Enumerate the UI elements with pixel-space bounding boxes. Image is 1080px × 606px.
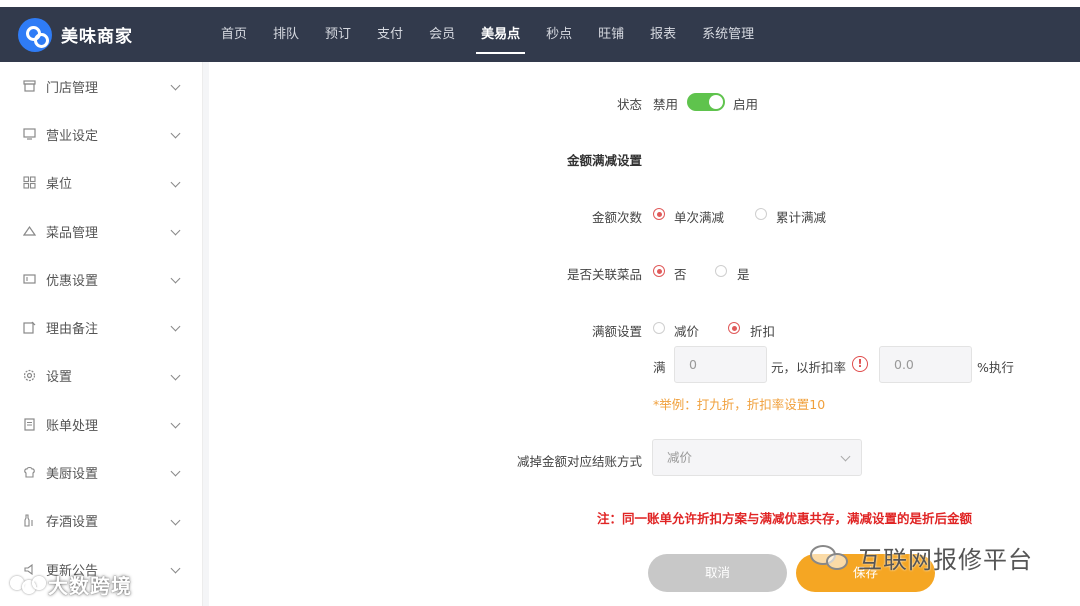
status-label: 状态 [616,97,642,112]
sidebar-item-business[interactable]: 营业设定 [0,110,202,158]
cancel-button[interactable]: 取消 [648,554,787,592]
bottle-icon [22,514,36,528]
note-icon [22,321,36,335]
single-reduce-radio[interactable] [653,208,665,220]
sidebar-item-chef[interactable]: 美厨设置 [0,448,202,496]
discount-hint: *举例：打九折，折扣率设置10 [653,397,826,412]
nav-item-reports[interactable]: 报表 [637,7,689,62]
store-icon [22,79,36,93]
bill-icon [22,417,36,431]
cumulative-reduce-radio[interactable] [755,208,767,220]
section-title: 金额满减设置 [566,153,642,168]
sidebar-item-store[interactable]: 门店管理 [0,62,202,110]
watermark-left-text: 大数跨境 [48,574,132,598]
discount-radio[interactable] [728,322,740,334]
settle-method-label: 减掉金额对应结账方式 [516,454,642,469]
sidebar: 门店管理 营业设定 桌位 菜品管理 优惠设置 理由备注 设置 账单处理 美厨设置 [0,62,203,606]
logo-icon [18,17,52,52]
nav-item-meiyidian[interactable]: 美易点 [468,7,533,62]
status-off-label: 禁用 [653,97,679,112]
status-toggle[interactable] [687,93,725,111]
single-reduce-label[interactable]: 单次满减 [674,207,724,226]
sidebar-divider [203,62,209,606]
link-dish-yes-label[interactable]: 是 [737,264,750,283]
nav-item-member[interactable]: 会员 [416,7,468,62]
watermark-logo-icon [8,572,48,598]
sidebar-item-label: 存酒设置 [46,515,99,531]
nav-item-home[interactable]: 首页 [208,7,260,62]
main-nav: 首页 排队 预订 支付 会员 美易点 秒点 旺铺 报表 系统管理 [208,7,767,62]
amount-times-label: 金额次数 [591,210,642,225]
nav-item-reservation[interactable]: 预订 [312,7,364,62]
nav-item-miaodian[interactable]: 秒点 [533,7,585,62]
monitor-icon [22,127,36,141]
sidebar-item-label: 菜品管理 [46,225,99,241]
chef-icon [22,466,36,480]
link-dish-yes-radio[interactable] [715,265,727,277]
grid-icon [22,176,36,190]
status-on-label: 启用 [733,97,759,112]
sidebar-item-dishes[interactable]: 菜品管理 [0,207,202,255]
nav-item-payment[interactable]: 支付 [364,7,416,62]
sidebar-item-label: 优惠设置 [46,273,99,289]
top-nav-bar: 美味商家 首页 排队 预订 支付 会员 美易点 秒点 旺铺 报表 系统管理 [0,7,1080,62]
chevron-down-icon [170,128,181,139]
app-logo[interactable]: 美味商家 [18,17,208,52]
reduce-price-radio[interactable] [653,322,665,334]
chevron-down-icon [170,515,181,526]
link-dish-no-label[interactable]: 否 [674,264,687,283]
sidebar-item-label: 门店管理 [46,80,99,96]
sidebar-item-label: 理由备注 [46,322,99,338]
discount-rate-input[interactable]: 0.0 [879,346,972,383]
sidebar-item-wine[interactable]: 存酒设置 [0,497,202,545]
watermark-right-text: 互联网报修平台 [858,546,1033,574]
chevron-down-icon [170,466,181,477]
chevron-down-icon [170,225,181,236]
chevron-down-icon [170,273,181,284]
settle-method-select[interactable]: 减价 [652,439,862,476]
link-dish-label: 是否关联菜品 [566,267,642,282]
discount-rate-text: 元，以折扣率 [771,360,847,375]
chevron-down-icon [170,418,181,429]
execute-suffix: %执行 [977,360,1014,375]
chevron-down-icon [170,80,181,91]
coexist-note: 注：同一账单允许折扣方案与满减优惠共存，满减设置的是折后金额 [597,511,973,526]
cumulative-reduce-label[interactable]: 累计满减 [776,207,826,226]
top-bar: 美味商家 首页 排队 预订 支付 会员 美易点 秒点 旺铺 报表 系统管理 [0,0,1080,62]
gear-icon [22,369,36,383]
reduce-price-label[interactable]: 减价 [674,321,699,340]
full-reduce-label: 满额设置 [591,324,642,339]
discount-label[interactable]: 折扣 [750,321,775,340]
dish-icon [22,224,36,238]
chevron-down-icon [170,177,181,188]
chevron-down-icon [170,322,181,332]
sidebar-item-label: 美厨设置 [46,467,99,483]
sidebar-item-label: 设置 [46,370,73,386]
wechat-icon [808,543,852,573]
sidebar-item-label: 账单处理 [46,418,99,434]
warning-icon[interactable]: ! [852,356,868,372]
sidebar-item-table[interactable]: 桌位 [0,159,202,207]
chevron-down-icon [170,370,181,381]
sidebar-item-bill[interactable]: 账单处理 [0,400,202,448]
chevron-down-icon [170,563,181,574]
sidebar-item-label: 桌位 [46,177,73,193]
sidebar-item-reason[interactable]: 理由备注 [0,303,202,351]
nav-item-wangpu[interactable]: 旺铺 [585,7,637,62]
app-title: 美味商家 [61,27,133,47]
sidebar-item-label: 营业设定 [46,128,99,144]
sidebar-item-settings[interactable]: 设置 [0,352,202,400]
link-dish-no-radio[interactable] [653,265,665,277]
full-prefix: 满 [653,360,666,375]
watermark-right: 互联网报修平台 [808,540,1033,575]
watermark-left: 大数跨境 [8,570,132,599]
nav-item-system[interactable]: 系统管理 [689,7,767,62]
sidebar-item-discount[interactable]: 优惠设置 [0,255,202,303]
full-amount-input[interactable]: 0 [674,346,767,383]
nav-item-queue[interactable]: 排队 [260,7,312,62]
coupon-icon [22,272,36,286]
